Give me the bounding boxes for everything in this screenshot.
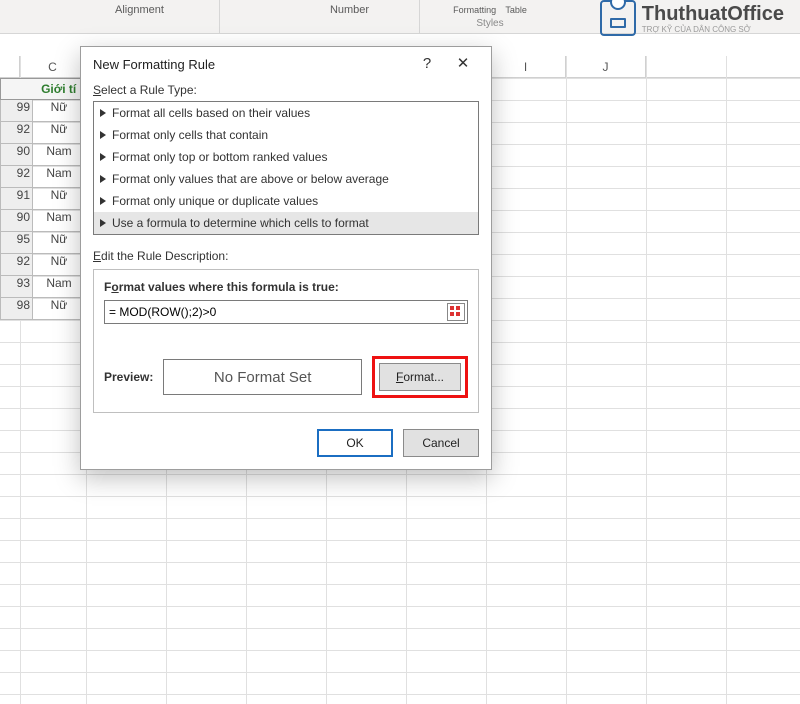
bullet-arrow-icon (100, 197, 106, 205)
rule-type-item-label: Format only unique or duplicate values (112, 194, 318, 208)
preview-box: No Format Set (163, 359, 362, 395)
rule-type-item-label: Format only cells that contain (112, 128, 268, 142)
rule-type-item[interactable]: Format only cells that contain (94, 124, 478, 146)
range-selector-icon[interactable] (447, 303, 465, 321)
table-row[interactable]: 95Nữ (0, 232, 86, 254)
rule-type-item-label: Format only top or bottom ranked values (112, 150, 327, 164)
rule-type-item[interactable]: Format only unique or duplicate values (94, 190, 478, 212)
ok-button[interactable]: OK (317, 429, 393, 457)
rule-type-item[interactable]: Format only top or bottom ranked values (94, 146, 478, 168)
select-rule-type-label: Select a Rule Type: (93, 83, 479, 97)
bullet-arrow-icon (100, 109, 106, 117)
rule-type-item[interactable]: Use a formula to determine which cells t… (94, 212, 478, 234)
rule-type-item-label: Use a formula to determine which cells t… (112, 216, 369, 230)
bullet-arrow-icon (100, 131, 106, 139)
rule-type-listbox[interactable]: Format all cells based on their values Fo… (93, 101, 479, 235)
table-row[interactable]: 90Nam (0, 144, 86, 166)
new-formatting-rule-dialog: New Formatting Rule ? ✕ Select a Rule Ty… (80, 46, 492, 470)
table-row[interactable]: 92Nữ (0, 254, 86, 276)
rule-type-item[interactable]: Format only values that are above or bel… (94, 168, 478, 190)
table-row[interactable]: 98Nữ (0, 298, 86, 320)
rule-type-item[interactable]: Format all cells based on their values (94, 102, 478, 124)
data-header-cell[interactable]: Giới tí (0, 78, 86, 100)
table-row[interactable]: 92Nam (0, 166, 86, 188)
table-row[interactable]: 92Nữ (0, 122, 86, 144)
table-row[interactable]: 90Nam (0, 210, 86, 232)
preview-label: Preview: (104, 370, 153, 384)
format-button-highlight: Format... (372, 356, 468, 398)
table-row[interactable]: 99Nữ (0, 100, 86, 122)
bullet-arrow-icon (100, 219, 106, 227)
cancel-button[interactable]: Cancel (403, 429, 479, 457)
rule-type-item-label: Format all cells based on their values (112, 106, 310, 120)
edit-rule-description-label: Edit the Rule Description: (93, 249, 479, 263)
format-button[interactable]: Format... (379, 363, 461, 391)
table-row[interactable]: 91Nữ (0, 188, 86, 210)
dialog-title: New Formatting Rule (93, 57, 409, 72)
bullet-arrow-icon (100, 175, 106, 183)
bullet-arrow-icon (100, 153, 106, 161)
rule-type-item-label: Format only values that are above or bel… (112, 172, 389, 186)
dialog-titlebar[interactable]: New Formatting Rule ? ✕ (81, 47, 491, 81)
help-button[interactable]: ? (409, 50, 445, 78)
formula-label: Format values where this formula is true… (104, 280, 468, 294)
formula-input[interactable] (104, 300, 468, 324)
rule-description-panel: Format values where this formula is true… (93, 269, 479, 413)
table-row[interactable]: 93Nam (0, 276, 86, 298)
close-button[interactable]: ✕ (445, 50, 481, 78)
